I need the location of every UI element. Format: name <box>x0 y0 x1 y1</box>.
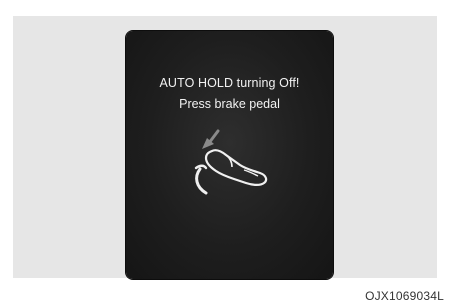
instrument-cluster-display: AUTO HOLD turning Off! Press brake pedal <box>126 31 333 279</box>
shoe-icon <box>206 150 266 185</box>
press-arrow-icon <box>202 131 218 149</box>
warning-message-instruction: Press brake pedal <box>126 97 333 111</box>
figure-reference-code: OJX1069034L <box>362 289 444 303</box>
foot-pressing-brake-pedal-icon <box>182 127 282 199</box>
warning-message-title: AUTO HOLD turning Off! <box>126 76 333 90</box>
brake-pedal-icon <box>197 169 206 193</box>
